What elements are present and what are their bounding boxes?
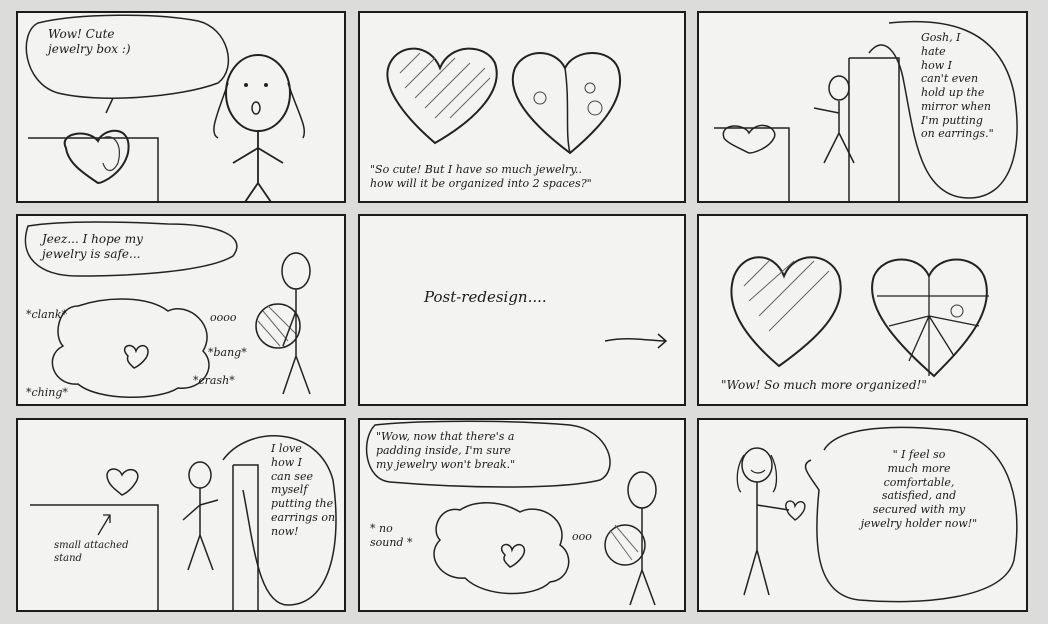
panel-8-sfx: * no sound * [370, 522, 413, 549]
panel-8: "Wow, now that there's a padding inside,… [358, 418, 686, 612]
panel-5: Post-redesign.... [358, 214, 686, 406]
panel-5-caption: Post-redesign.... [424, 288, 547, 306]
panel-3-speech: Gosh, I hate how I can't even hold up th… [921, 31, 994, 141]
panel-7-speech: I love how I can see myself putting the … [271, 442, 336, 538]
panel-4: Jeez... I hope my jewelry is safe... *cl… [16, 214, 346, 406]
panel-4-sfx-ching: *ching* [26, 386, 68, 399]
panel-4-dots: oooo [210, 311, 237, 324]
panel-5-drawing [604, 333, 668, 349]
panel-7: I love how I can see myself putting the … [16, 418, 346, 612]
panel-4-sfx-crash: *crash* [193, 374, 235, 387]
panel-6-speech: "Wow! So much more organized!" [721, 378, 927, 392]
panel-7-note: small attached stand [54, 540, 129, 564]
panel-2-speech: "So cute! But I have so much jewelry.. h… [370, 163, 592, 190]
panel-1-speech: Wow! Cute jewelry box :) [48, 27, 131, 56]
panel-4-sfx-bang: *bang* [208, 346, 247, 359]
panel-1: Wow! Cute jewelry box :) [16, 11, 346, 203]
panel-2: "So cute! But I have so much jewelry.. h… [358, 11, 686, 203]
panel-9: " I feel so much more comfortable, satis… [697, 418, 1028, 612]
panel-8-speech: "Wow, now that there's a padding inside,… [376, 430, 516, 471]
panel-6: "Wow! So much more organized!" [697, 214, 1028, 406]
panel-9-speech: " I feel so much more comfortable, satis… [860, 448, 978, 530]
panel-4-sfx-clank: *clank* [26, 308, 67, 321]
panel-8-dots: ooo [572, 530, 592, 543]
panel-3: Gosh, I hate how I can't even hold up th… [697, 11, 1028, 203]
panel-4-speech: Jeez... I hope my jewelry is safe... [42, 232, 143, 261]
